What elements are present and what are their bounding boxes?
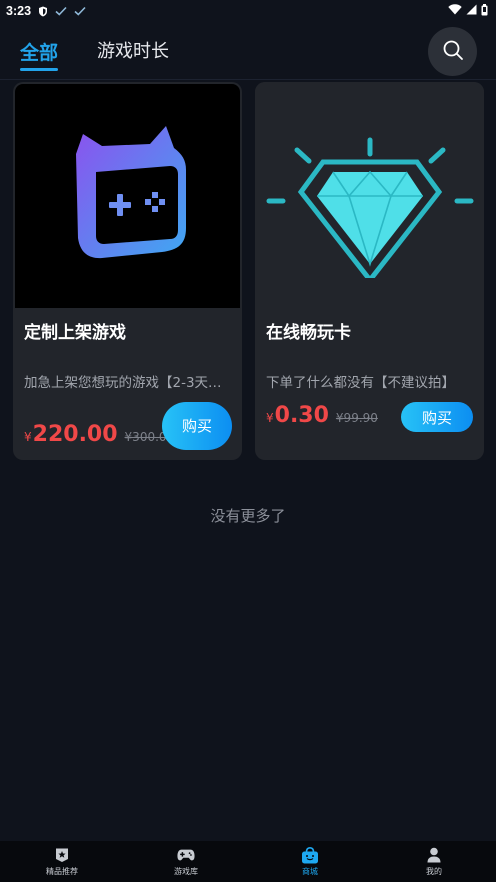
- price-row: ¥ 0.30 ¥99.90: [266, 403, 378, 428]
- product-description: 下单了什么都没有【不建议拍】: [266, 375, 455, 391]
- product-price: 220.00: [32, 422, 118, 447]
- no-more-text: 没有更多了: [210, 507, 286, 525]
- tab-game-time-label: 游戏时长: [97, 41, 169, 62]
- currency-symbol: ¥: [24, 430, 32, 444]
- tab-all-label: 全部: [20, 42, 59, 64]
- status-bar: 3:23: [0, 0, 496, 22]
- nav-label: 我的: [426, 867, 442, 876]
- diamond-icon: [257, 108, 483, 285]
- status-right: [448, 3, 490, 19]
- buy-button[interactable]: 购买: [162, 402, 232, 450]
- currency-symbol: ¥: [266, 411, 274, 425]
- product-card[interactable]: 定制上架游戏 加急上架您想玩的游戏【2-3天… ¥ 220.00 ¥300.00…: [13, 82, 242, 460]
- bottom-nav: 精品推荐 游戏库 商城 我的: [0, 841, 496, 882]
- nav-item-featured[interactable]: 精品推荐: [0, 841, 124, 882]
- status-left: 3:23: [6, 4, 86, 18]
- shield-icon: [38, 6, 48, 17]
- gamepad-cat-icon: [58, 124, 198, 268]
- product-description: 加急上架您想玩的游戏【2-3天…: [24, 375, 222, 391]
- price-row: ¥ 220.00 ¥300.00: [24, 422, 174, 447]
- product-title: 定制上架游戏: [24, 323, 126, 343]
- tab-active-indicator: [20, 68, 59, 71]
- nav-label: 游戏库: [174, 867, 198, 876]
- original-price: ¥99.90: [335, 411, 378, 425]
- star-badge-icon: [53, 846, 71, 864]
- product-card[interactable]: 在线畅玩卡 下单了什么都没有【不建议拍】 ¥ 0.30 ¥99.90 购买: [255, 82, 484, 460]
- search-icon: [442, 39, 464, 65]
- product-image: [255, 82, 484, 308]
- wifi-icon: [448, 4, 462, 18]
- tab-all[interactable]: 全部: [20, 38, 59, 71]
- status-time: 3:23: [6, 4, 32, 18]
- nav-label: 精品推荐: [46, 867, 78, 876]
- gamepad-icon: [177, 846, 195, 864]
- tab-game-time[interactable]: 游戏时长: [97, 37, 169, 63]
- nav-item-game-library[interactable]: 游戏库: [124, 841, 248, 882]
- product-price: 0.30: [274, 403, 329, 428]
- product-title: 在线畅玩卡: [266, 323, 351, 343]
- search-button[interactable]: [428, 27, 477, 76]
- buy-button[interactable]: 购买: [401, 402, 473, 432]
- user-icon: [425, 846, 443, 864]
- check-icon: [55, 6, 67, 16]
- check-icon: [74, 6, 86, 16]
- signal-icon: [466, 4, 477, 18]
- nav-label: 商城: [302, 867, 318, 876]
- shopping-bag-icon: [301, 846, 319, 864]
- header: 全部 游戏时长: [0, 22, 496, 80]
- nav-item-profile[interactable]: 我的: [372, 841, 496, 882]
- nav-item-store[interactable]: 商城: [248, 841, 372, 882]
- battery-icon: [481, 3, 488, 19]
- product-image: [15, 84, 240, 308]
